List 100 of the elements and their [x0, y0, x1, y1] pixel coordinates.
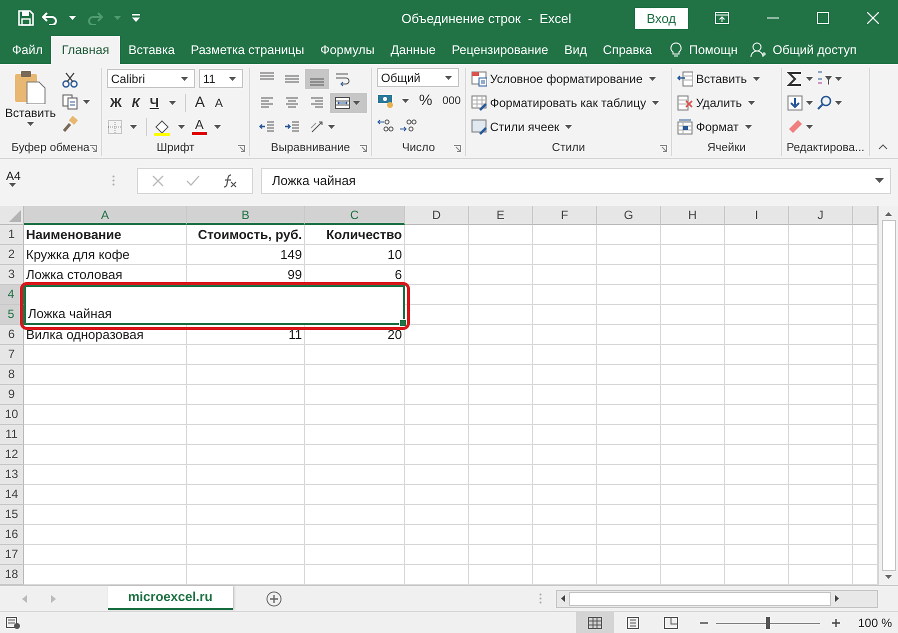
- ribbon-tab[interactable]: Главная: [50, 36, 120, 64]
- column-header[interactable]: B: [187, 206, 305, 225]
- row-header[interactable]: 11: [0, 425, 24, 445]
- caret-icon[interactable]: [328, 124, 335, 128]
- row-header[interactable]: 6: [0, 325, 24, 345]
- column-header[interactable]: J: [789, 206, 853, 225]
- collapse-ribbon-icon[interactable]: [878, 144, 888, 150]
- copy-icon[interactable]: [62, 94, 78, 110]
- row-header[interactable]: 14: [0, 485, 24, 505]
- column-header[interactable]: G: [597, 206, 661, 225]
- currency-icon[interactable]: [377, 92, 395, 108]
- row-header[interactable]: 12: [0, 445, 24, 465]
- alignment-button[interactable]: [305, 68, 329, 88]
- ribbon-tab[interactable]: Вид: [556, 36, 595, 64]
- lightbulb-icon[interactable]: [670, 42, 682, 58]
- sheet-tab[interactable]: microexcel.ru: [108, 586, 233, 610]
- ribbon-display-icon[interactable]: [715, 12, 729, 24]
- scrollbar-thumb[interactable]: [882, 220, 896, 571]
- customize-icon[interactable]: [132, 14, 140, 22]
- caret-icon[interactable]: [168, 100, 176, 104]
- row-header[interactable]: 8: [0, 365, 24, 385]
- caret-icon[interactable]: [806, 76, 813, 80]
- column-header[interactable]: H: [661, 206, 725, 225]
- column-header[interactable]: A: [24, 206, 187, 225]
- cells-command[interactable]: Вставить: [677, 68, 776, 89]
- ribbon-tab[interactable]: Файл: [4, 36, 51, 64]
- caret-icon[interactable]: [82, 100, 90, 104]
- bold-button[interactable]: Ж: [107, 95, 125, 110]
- caret-icon[interactable]: [744, 124, 752, 128]
- fill-color-icon[interactable]: [153, 118, 171, 136]
- zoom-slider-thumb[interactable]: [766, 617, 770, 629]
- alignment-button[interactable]: [330, 92, 367, 112]
- close-icon[interactable]: [867, 12, 879, 24]
- caret-icon[interactable]: [69, 16, 76, 20]
- zoom-in-icon[interactable]: [832, 619, 840, 627]
- caret-icon[interactable]: [806, 100, 813, 104]
- maximize-icon[interactable]: [817, 12, 829, 24]
- font-color-button[interactable]: A: [192, 118, 207, 135]
- row-header[interactable]: 9: [0, 385, 24, 405]
- row-header[interactable]: 13: [0, 465, 24, 485]
- ribbon-tab[interactable]: Рецензирование: [444, 36, 556, 64]
- scroll-up-icon[interactable]: [885, 212, 892, 216]
- caret-icon[interactable]: [752, 76, 760, 80]
- paste-button[interactable]: Вставить: [5, 68, 56, 140]
- font-name-dropdown[interactable]: Calibri: [107, 69, 195, 88]
- column-header[interactable]: D: [405, 206, 469, 225]
- font-size-dropdown[interactable]: 11: [199, 69, 243, 88]
- fill-handle[interactable]: [399, 319, 407, 327]
- row-header[interactable]: 16: [0, 525, 24, 545]
- caret-icon[interactable]: [565, 124, 572, 128]
- share-link[interactable]: Общий доступ: [772, 43, 857, 57]
- caret-icon[interactable]: [806, 124, 813, 128]
- ribbon-tab[interactable]: Формулы: [312, 36, 383, 64]
- caret-icon[interactable]: [214, 124, 221, 128]
- formula-input[interactable]: Ложка чайная: [261, 168, 891, 194]
- row-header[interactable]: 3: [0, 265, 24, 285]
- borders-icon[interactable]: [107, 118, 123, 134]
- row-header[interactable]: 1: [0, 225, 24, 245]
- row-header[interactable]: 7: [0, 345, 24, 365]
- thousands-button[interactable]: 000: [439, 94, 464, 106]
- sign-in-button[interactable]: Вход: [634, 8, 688, 28]
- caret-icon[interactable]: [652, 100, 660, 104]
- sigma-icon[interactable]: [787, 70, 803, 86]
- column-header[interactable]: C: [305, 206, 405, 225]
- search-icon[interactable]: [816, 94, 832, 110]
- sort-filter-icon[interactable]: [816, 70, 832, 86]
- caret-icon[interactable]: [402, 98, 409, 102]
- dialog-launcher-icon[interactable]: [90, 145, 97, 152]
- fill-down-icon[interactable]: [787, 94, 803, 110]
- dialog-launcher-icon[interactable]: [660, 145, 667, 152]
- caret-icon[interactable]: [26, 122, 34, 126]
- caret-icon[interactable]: [835, 76, 842, 80]
- caret-icon[interactable]: [353, 100, 360, 104]
- dialog-launcher-icon[interactable]: [238, 145, 245, 152]
- row-header[interactable]: 17: [0, 545, 24, 565]
- macro-record-icon[interactable]: [6, 617, 20, 629]
- row-header[interactable]: 2: [0, 245, 24, 265]
- horizontal-scrollbar[interactable]: [556, 590, 878, 608]
- decrease-decimal-icon[interactable]: [399, 116, 417, 132]
- ribbon-tab[interactable]: Вставка: [120, 36, 183, 64]
- cells-command[interactable]: Удалить: [677, 92, 776, 113]
- grow-font-button[interactable]: A: [192, 94, 208, 111]
- caret-icon[interactable]: [130, 124, 137, 128]
- dialog-launcher-icon[interactable]: [360, 145, 367, 152]
- view-button[interactable]: [576, 612, 614, 633]
- scroll-down-icon[interactable]: [885, 575, 892, 579]
- caret-icon[interactable]: [181, 76, 188, 80]
- cells-command[interactable]: Формат: [677, 116, 776, 137]
- dialog-launcher-icon[interactable]: [454, 145, 461, 152]
- zoom-level-text[interactable]: 100 %: [858, 616, 892, 630]
- ribbon-tab[interactable]: Данные: [382, 36, 444, 64]
- styles-command[interactable]: Стили ячеек: [471, 116, 666, 137]
- paintbrush-icon[interactable]: [62, 116, 78, 132]
- row-header[interactable]: 18: [0, 565, 24, 585]
- caret-icon[interactable]: [9, 182, 16, 186]
- number-format-dropdown[interactable]: Общий: [377, 68, 459, 87]
- styles-command[interactable]: Форматировать как таблицу: [471, 92, 666, 113]
- caret-icon[interactable]: [748, 100, 755, 104]
- name-box[interactable]: A4: [6, 168, 104, 192]
- italic-button[interactable]: К: [128, 95, 143, 110]
